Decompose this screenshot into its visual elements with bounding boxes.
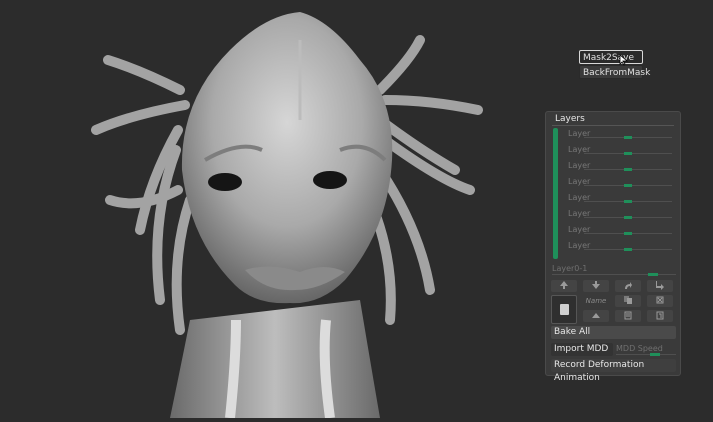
- slider-knob[interactable]: [624, 232, 632, 235]
- exit-icon: [656, 281, 664, 290]
- layer-strength-slider[interactable]: [584, 136, 672, 139]
- arrow-up-icon: [560, 281, 568, 289]
- layer-item[interactable]: Layer: [568, 192, 676, 206]
- import-mdd-button[interactable]: Import MDD: [551, 343, 613, 356]
- split-layer-button[interactable]: [583, 310, 609, 322]
- slider-knob[interactable]: [624, 200, 632, 203]
- layer-strength-slider[interactable]: [584, 200, 672, 203]
- slider-knob[interactable]: [624, 184, 632, 187]
- active-layer-slider[interactable]: Layer0-1: [552, 263, 676, 277]
- slider-knob[interactable]: [624, 168, 632, 171]
- new-layer-button[interactable]: [551, 295, 577, 324]
- layers-panel: Layers Layer Layer Layer Layer Layer Lay…: [545, 111, 681, 383]
- bake-all-button[interactable]: Bake All: [551, 326, 676, 339]
- slider-knob[interactable]: [648, 273, 658, 276]
- mdd-speed-label: MDD Speed: [616, 344, 663, 353]
- active-layer-label: Layer0-1: [552, 264, 588, 273]
- arrow-down-icon: [592, 281, 600, 289]
- layer-strength-slider[interactable]: [584, 248, 672, 251]
- merge-layer-button[interactable]: [647, 310, 673, 322]
- record-deformation-animation-button[interactable]: Record Deformation Animation: [551, 359, 676, 383]
- redo-button[interactable]: [615, 280, 641, 292]
- mask2save-button[interactable]: Mask2Save: [579, 50, 643, 64]
- name-label: Name: [585, 297, 607, 305]
- backfrommask-button[interactable]: BackFromMask: [579, 65, 650, 79]
- copy-layer-button[interactable]: [615, 295, 641, 307]
- layer-item[interactable]: Layer: [568, 128, 676, 142]
- slider-knob[interactable]: [624, 136, 632, 139]
- delete-layer-button[interactable]: [647, 295, 673, 307]
- slider-knob[interactable]: [624, 216, 632, 219]
- active-layer-track[interactable]: [552, 273, 676, 276]
- delete-icon: [656, 296, 664, 304]
- layer-item[interactable]: Layer: [568, 176, 676, 190]
- exit-layer-button[interactable]: [647, 280, 673, 292]
- panel-title: Layers: [555, 114, 585, 124]
- mdd-speed-slider[interactable]: MDD Speed: [616, 343, 676, 356]
- layer-visibility-strip[interactable]: [553, 128, 558, 259]
- duplicate-layer-button[interactable]: [615, 310, 641, 322]
- slider-knob[interactable]: [650, 353, 660, 356]
- rename-layer-button[interactable]: Name: [583, 295, 609, 307]
- layer-item[interactable]: Layer: [568, 224, 676, 238]
- layer-item[interactable]: Layer: [568, 144, 676, 158]
- layer-strength-slider[interactable]: [584, 232, 672, 235]
- merge-icon: [656, 311, 664, 320]
- cursor-icon: [619, 54, 629, 66]
- layer-item[interactable]: Layer: [568, 208, 676, 222]
- document-icon: [560, 304, 569, 315]
- layer-strength-slider[interactable]: [584, 168, 672, 171]
- copy-icon: [624, 296, 632, 304]
- redo-icon: [625, 282, 632, 289]
- move-layer-up-button[interactable]: [551, 280, 577, 292]
- layer-strength-slider[interactable]: [584, 152, 672, 155]
- divider: [552, 125, 674, 126]
- layer-strength-slider[interactable]: [584, 184, 672, 187]
- layer-item[interactable]: Layer: [568, 240, 676, 254]
- slider-knob[interactable]: [624, 152, 632, 155]
- mdd-speed-track[interactable]: [616, 353, 676, 356]
- move-layer-down-button[interactable]: [583, 280, 609, 292]
- layer-item[interactable]: Layer: [568, 160, 676, 174]
- duplicate-icon: [624, 311, 632, 320]
- slider-knob[interactable]: [624, 248, 632, 251]
- layer-strength-slider[interactable]: [584, 216, 672, 219]
- split-icon: [592, 313, 600, 318]
